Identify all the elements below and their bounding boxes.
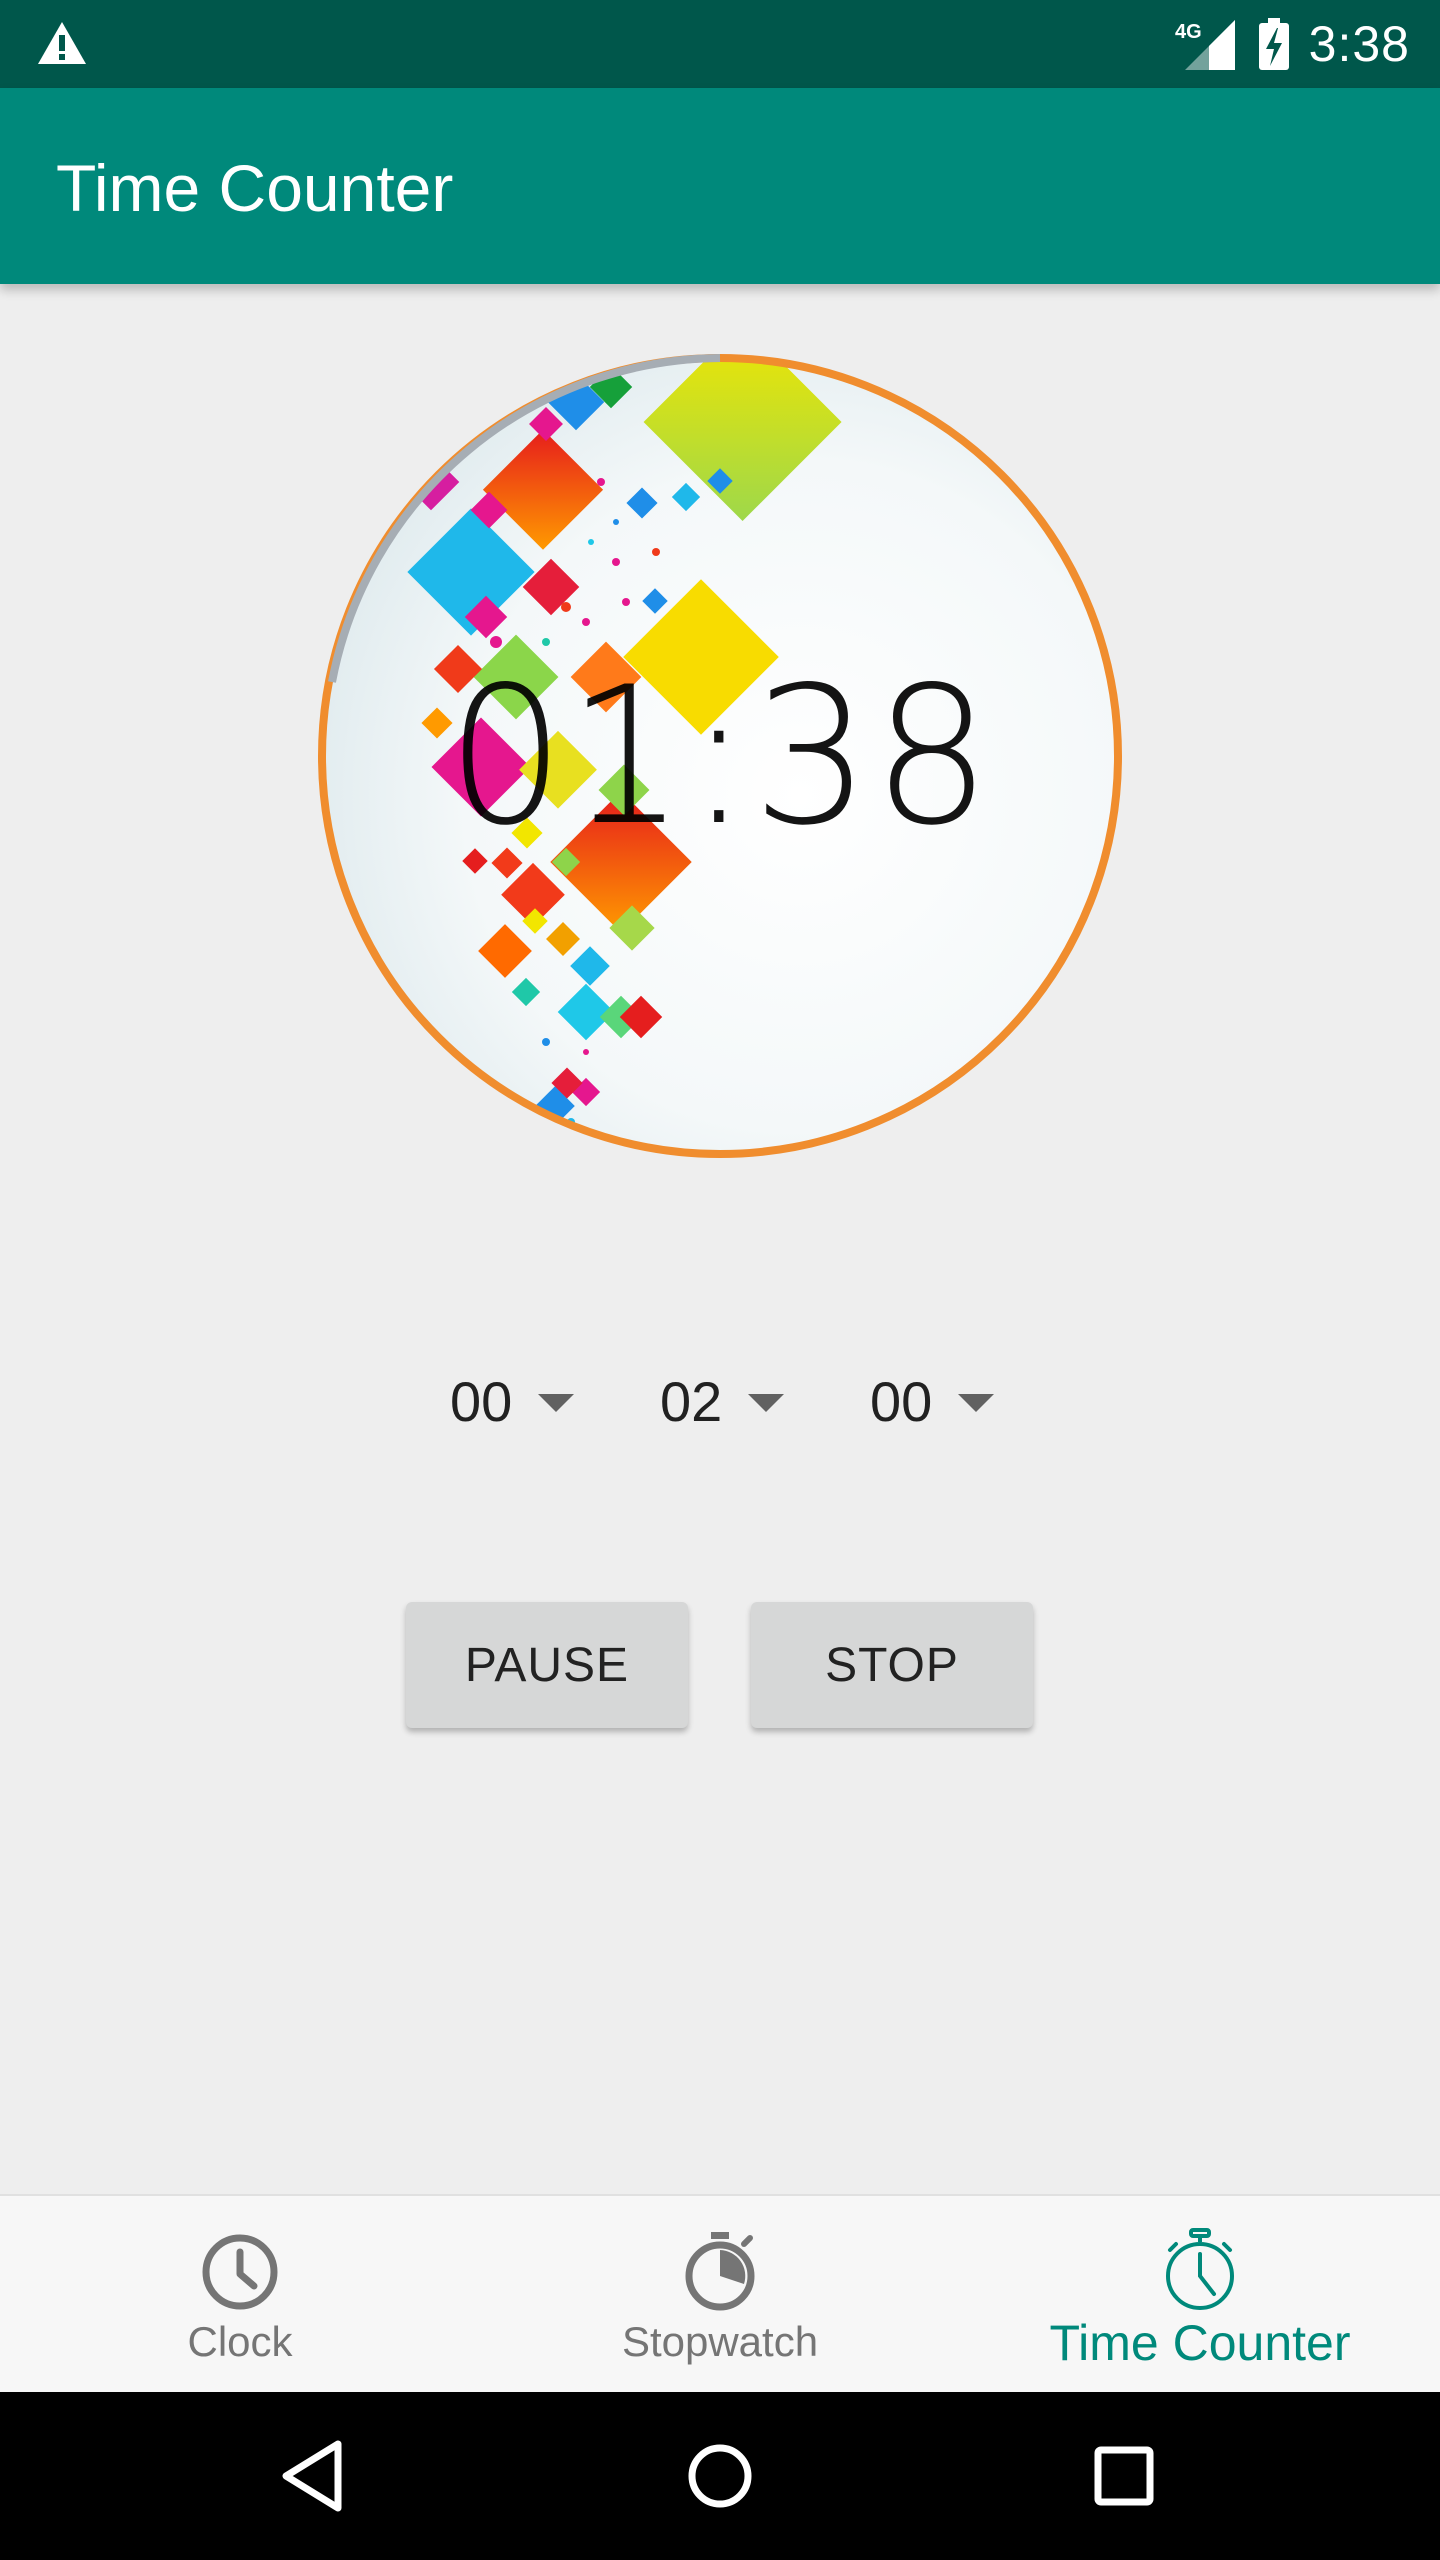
seconds-spinner[interactable]: 00 — [870, 1356, 995, 1446]
dropdown-arrow-icon — [748, 1394, 785, 1412]
system-navigation-bar — [0, 2392, 1440, 2560]
hours-value: 00 — [450, 1369, 513, 1433]
page-title: Time Counter — [56, 151, 454, 225]
minutes-spinner[interactable]: 02 — [660, 1356, 785, 1446]
nav-item-stopwatch[interactable]: Stopwatch — [480, 2196, 960, 2394]
timer-display-text: 01:38 — [446, 645, 994, 867]
pause-button[interactable]: PAUSE — [406, 1602, 688, 1728]
battery-charging-icon — [1258, 18, 1289, 70]
clock-icon — [202, 2234, 278, 2310]
seconds-value: 00 — [870, 1369, 933, 1433]
stop-button[interactable]: STOP — [751, 1602, 1033, 1728]
status-icons: 4G 3:38 — [1175, 14, 1410, 74]
status-time: 3:38 — [1308, 16, 1410, 72]
nav-label-stopwatch: Stopwatch — [621, 2318, 819, 2365]
nav-label-clock: Clock — [187, 2318, 293, 2365]
timer-display: 01:38 — [316, 352, 1124, 1160]
dropdown-arrow-icon — [958, 1394, 995, 1412]
bottom-navigation: Clock Stopwatch Time Counter — [0, 2194, 1440, 2394]
app-bar: Time Counter — [0, 88, 1440, 284]
nav-item-time-counter[interactable]: Time Counter — [960, 2196, 1440, 2394]
warning-icon — [38, 22, 86, 64]
stopwatch-icon — [685, 2232, 755, 2311]
signal-4g-icon: 4G — [1175, 20, 1235, 70]
minutes-value: 02 — [660, 1369, 723, 1433]
nav-label-time-counter: Time Counter — [1049, 2315, 1351, 2371]
timer-icon — [1166, 2228, 1234, 2310]
recents-icon[interactable] — [1084, 2436, 1164, 2516]
hours-spinner[interactable]: 00 — [450, 1356, 575, 1446]
home-icon[interactable] — [680, 2436, 760, 2516]
dropdown-arrow-icon — [538, 1394, 575, 1412]
back-icon[interactable] — [274, 2436, 354, 2516]
status-bar: 4G 3:38 — [0, 0, 1440, 88]
nav-item-clock[interactable]: Clock — [0, 2196, 480, 2394]
network-type-label: 4G — [1175, 21, 1202, 43]
